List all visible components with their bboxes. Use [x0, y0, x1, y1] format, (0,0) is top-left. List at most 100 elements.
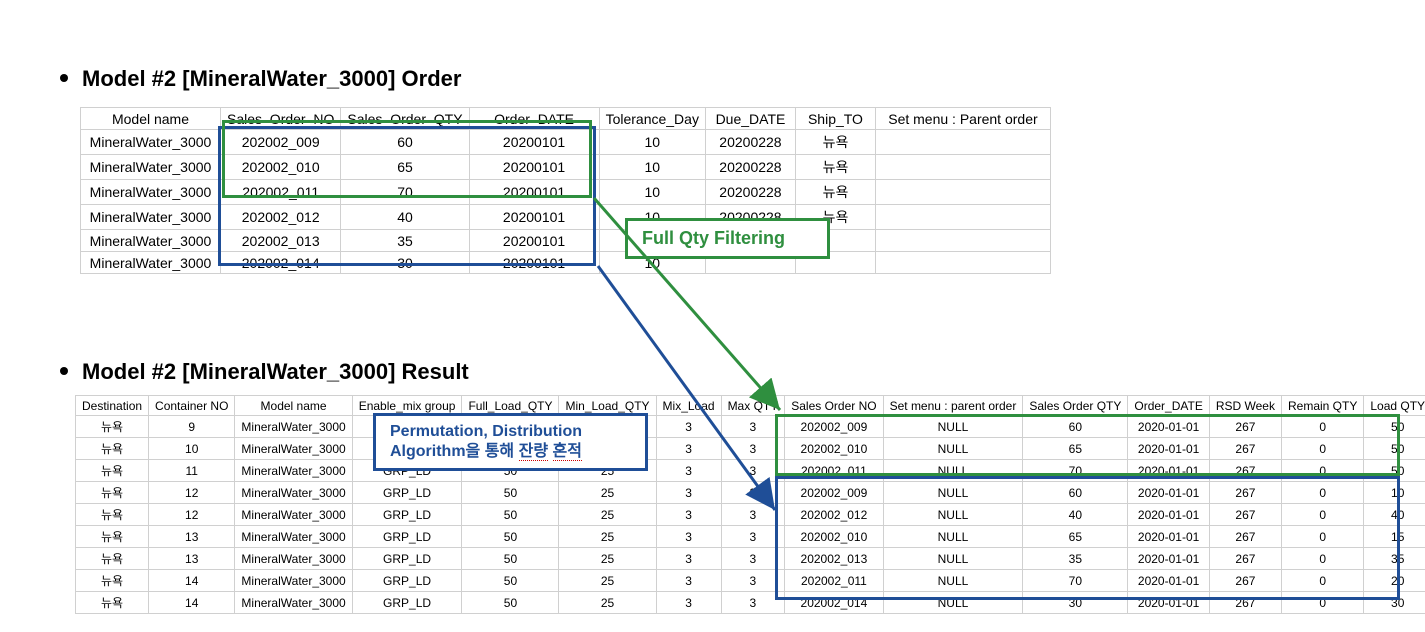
table-cell: 50	[462, 526, 559, 548]
heading-order-text: Model #2 [MineralWater_3000] Order	[82, 66, 461, 91]
table-cell: 20200228	[705, 130, 795, 155]
label-perm-dotted2: 혼적	[553, 443, 582, 461]
col-rem: Remain QTY	[1281, 396, 1363, 416]
table-cell: 3	[656, 482, 721, 504]
table-cell	[875, 155, 1050, 180]
table-cell: 12	[149, 504, 235, 526]
table-cell: 뉴욕	[795, 130, 875, 155]
table-cell: 뉴욕	[76, 526, 149, 548]
col-due: Due_DATE	[705, 108, 795, 130]
heading-order: Model #2 [MineralWater_3000] Order	[60, 66, 461, 92]
table-cell: MineralWater_3000	[81, 252, 221, 274]
table-cell: GRP_LD	[352, 570, 462, 592]
table-cell: MineralWater_3000	[81, 205, 221, 230]
table-cell: MineralWater_3000	[235, 570, 352, 592]
table-cell: 25	[559, 504, 656, 526]
table-cell: MineralWater_3000	[81, 130, 221, 155]
table-cell	[875, 205, 1050, 230]
table-cell: 14	[149, 570, 235, 592]
table-cell: 14	[149, 592, 235, 614]
table-cell: 50	[462, 482, 559, 504]
table-cell: GRP_LD	[352, 548, 462, 570]
table-cell: MineralWater_3000	[235, 592, 352, 614]
col-so: Sales Order NO	[785, 396, 883, 416]
table-cell: GRP_LD	[352, 504, 462, 526]
col-max: Max QTY	[721, 396, 785, 416]
col-ship: Ship_TO	[795, 108, 875, 130]
table-cell: 뉴욕	[76, 482, 149, 504]
col-rsd: RSD Week	[1209, 396, 1281, 416]
col-mixl: Mix_Load	[656, 396, 721, 416]
table-cell: 뉴욕	[76, 460, 149, 482]
table-cell: MineralWater_3000	[235, 416, 352, 438]
table-cell: GRP_LD	[352, 526, 462, 548]
col-dest: Destination	[76, 396, 149, 416]
table-cell: 3	[656, 592, 721, 614]
table-cell: 뉴욕	[76, 416, 149, 438]
table-cell	[875, 252, 1050, 274]
table-cell: 50	[462, 548, 559, 570]
highlight-green-order	[222, 120, 592, 198]
table-cell	[875, 130, 1050, 155]
label-perm-line2a: Algorithm을 통해	[390, 443, 519, 460]
highlight-green-result	[775, 414, 1400, 476]
table-cell: 3	[656, 504, 721, 526]
col-tol: Tolerance_Day	[599, 108, 705, 130]
table-cell: 11	[149, 460, 235, 482]
table-cell: 13	[149, 526, 235, 548]
table-cell: 10	[599, 155, 705, 180]
label-perm-line2c	[548, 443, 552, 460]
table-cell: MineralWater_3000	[235, 482, 352, 504]
highlight-blue-result	[775, 476, 1400, 600]
table-cell: 3	[656, 460, 721, 482]
heading-result: Model #2 [MineralWater_3000] Result	[60, 359, 469, 385]
table-cell: 뉴욕	[76, 570, 149, 592]
table-cell: MineralWater_3000	[81, 180, 221, 205]
table-cell: 9	[149, 416, 235, 438]
table-cell: MineralWater_3000	[81, 230, 221, 252]
col-set: Set menu : parent order	[883, 396, 1023, 416]
col-model: Model name	[81, 108, 221, 130]
table-cell: 20200228	[705, 155, 795, 180]
table-cell: MineralWater_3000	[235, 460, 352, 482]
bullet-icon	[60, 74, 68, 82]
table-cell: 뉴욕	[76, 592, 149, 614]
table-cell: 25	[559, 592, 656, 614]
table-cell: 25	[559, 570, 656, 592]
bullet-icon	[60, 367, 68, 375]
table-cell: MineralWater_3000	[235, 504, 352, 526]
table-cell: GRP_LD	[352, 592, 462, 614]
label-perm-line1: Permutation, Distribution	[390, 423, 582, 440]
table-cell: 10	[599, 130, 705, 155]
table-cell: 3	[656, 548, 721, 570]
table-cell	[875, 180, 1050, 205]
table-cell: MineralWater_3000	[81, 155, 221, 180]
table-cell: MineralWater_3000	[235, 548, 352, 570]
label-full-qty-text: Full Qty Filtering	[642, 228, 785, 248]
table-cell	[875, 230, 1050, 252]
table-cell: 10	[149, 438, 235, 460]
table-cell: 뉴욕	[76, 438, 149, 460]
table-cell: 뉴욕	[795, 155, 875, 180]
table-cell: 50	[462, 570, 559, 592]
table-cell: 25	[559, 482, 656, 504]
table-cell: 12	[149, 482, 235, 504]
label-full-qty: Full Qty Filtering	[625, 218, 830, 259]
table-cell: MineralWater_3000	[235, 526, 352, 548]
label-permutation: Permutation, Distribution Algorithm을 통해 …	[373, 413, 648, 471]
table-cell: 뉴욕	[76, 504, 149, 526]
table-cell: 3	[656, 570, 721, 592]
col-cont: Container NO	[149, 396, 235, 416]
heading-result-text: Model #2 [MineralWater_3000] Result	[82, 359, 469, 384]
table-cell: MineralWater_3000	[235, 438, 352, 460]
table-cell: 50	[462, 592, 559, 614]
col-sqty: Sales Order QTY	[1023, 396, 1128, 416]
col-set: Set menu : Parent order	[875, 108, 1050, 130]
table-cell: 3	[656, 438, 721, 460]
label-perm-dotted1: 잔량	[519, 443, 548, 461]
table-cell: 뉴욕	[76, 548, 149, 570]
col-model: Model name	[235, 396, 352, 416]
col-load: Load QTY	[1364, 396, 1425, 416]
table-cell: 13	[149, 548, 235, 570]
table-cell: 3	[656, 526, 721, 548]
